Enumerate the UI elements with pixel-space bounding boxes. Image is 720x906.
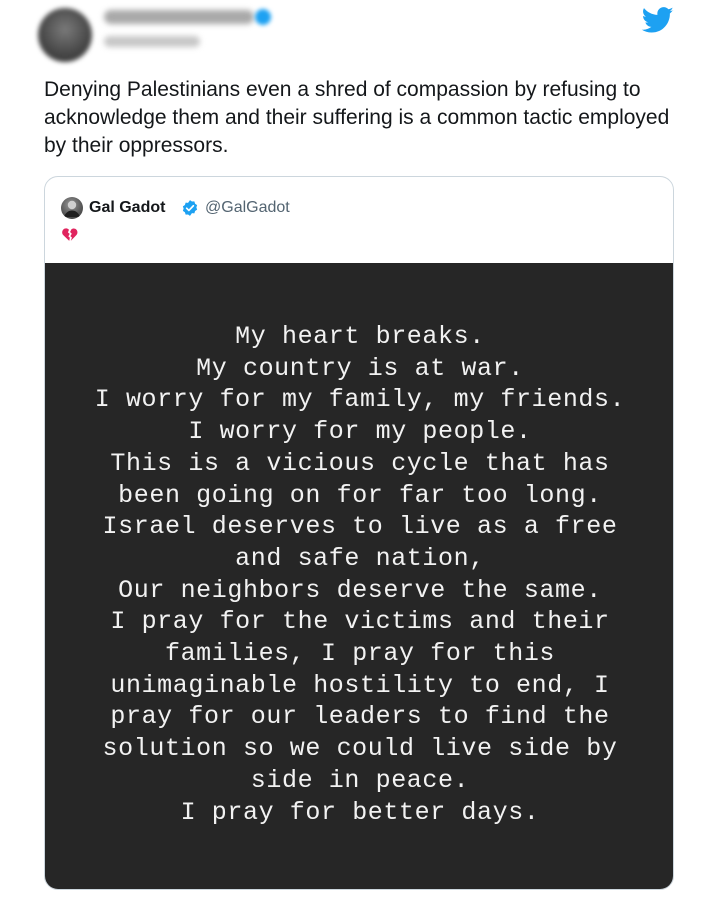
- story-line: Our neighbors deserve the same.: [118, 575, 602, 605]
- broken-heart-icon: [62, 228, 78, 241]
- story-line: I pray for better days.: [180, 797, 540, 827]
- story-line: I worry for my family, my friends.: [94, 385, 626, 415]
- quoted-author-name[interactable]: Gal Gadot: [89, 197, 165, 219]
- story-line: Israel deserves to live as a free: [102, 512, 618, 542]
- story-line: My country is at war.: [196, 353, 524, 383]
- story-line: been going on for far too long.: [118, 480, 602, 510]
- story-line: unimaginable hostility to end, I: [110, 670, 610, 700]
- blurred-author-name[interactable]: [104, 10, 254, 24]
- story-text: My heart breaks. My country is at war. I w…: [45, 321, 673, 828]
- quoted-tweet-card[interactable]: Gal Gadot @GalGadot My heart breaks. My c…: [44, 176, 674, 890]
- tweet-header: [0, 0, 720, 70]
- story-line: My heart breaks.: [235, 322, 485, 351]
- story-line: side in peace.: [250, 765, 470, 795]
- story-screenshot-image[interactable]: My heart breaks. My country is at war. I w…: [45, 263, 673, 889]
- tweet-screenshot: Denying Palestinians even a shred of com…: [0, 0, 720, 906]
- blurred-avatar[interactable]: [38, 8, 92, 62]
- story-line: and safe nation,: [235, 543, 485, 573]
- story-line: This is a vicious cycle that has: [110, 448, 610, 478]
- story-line: pray for our leaders to find the: [110, 702, 610, 732]
- story-line: I worry for my people.: [188, 417, 532, 447]
- quoted-tweet-header: Gal Gadot @GalGadot: [45, 177, 673, 263]
- story-line: families, I pray for this: [164, 639, 556, 669]
- tweet-text: Denying Palestinians even a shred of com…: [44, 78, 670, 157]
- blurred-author-handle[interactable]: [104, 36, 200, 47]
- quoted-author-handle[interactable]: @GalGadot: [205, 197, 290, 219]
- story-line: solution so we could live side by: [102, 734, 618, 764]
- blurred-verified-badge-icon: [255, 9, 271, 25]
- quoted-author-avatar[interactable]: [61, 197, 83, 219]
- story-line: I pray for the victims and their: [110, 607, 610, 637]
- verified-badge-icon: [182, 200, 198, 216]
- twitter-bird-icon[interactable]: [640, 4, 676, 36]
